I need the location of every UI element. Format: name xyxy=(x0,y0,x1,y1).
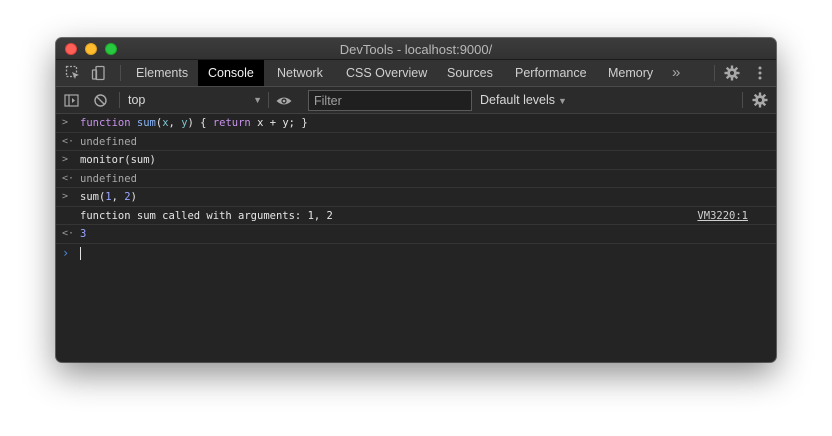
input-chevron-icon: > xyxy=(62,154,69,165)
text-cursor xyxy=(80,246,81,260)
show-sidebar-icon[interactable] xyxy=(63,92,81,110)
console-result-text: undefined xyxy=(80,172,137,185)
source-link[interactable]: VM3220:1 xyxy=(697,207,748,225)
console-prompt[interactable]: › xyxy=(56,244,776,263)
result-arrow-icon: <· xyxy=(62,135,75,147)
tab-console[interactable]: Console xyxy=(198,60,264,86)
chevron-down-icon: ▼ xyxy=(253,95,262,105)
more-tabs-icon[interactable]: » xyxy=(662,60,690,86)
console-input-text: monitor(sum) xyxy=(80,154,156,166)
console-log-text: function sum called with arguments: 1, 2 xyxy=(80,209,333,222)
divider xyxy=(268,92,269,108)
input-chevron-icon: > xyxy=(62,117,69,128)
prompt-chevron-icon: › xyxy=(62,245,70,260)
window-title: DevTools - localhost:9000/ xyxy=(339,42,493,57)
main-tab-bar: Elements Console Network CSS Overview So… xyxy=(56,60,776,87)
console-output: > function sum(x, y) { return x + y; } <… xyxy=(56,114,776,262)
title-bar: DevTools - localhost:9000/ xyxy=(56,38,776,60)
console-log-row: function sum called with arguments: 1, 2… xyxy=(56,207,776,225)
console-input-row: > function sum(x, y) { return x + y; } xyxy=(56,114,776,133)
input-chevron-icon: > xyxy=(62,191,69,202)
console-settings-gear-icon[interactable] xyxy=(751,91,769,109)
tab-elements[interactable]: Elements xyxy=(126,60,198,86)
console-input-row: > sum(1, 2) xyxy=(56,188,776,207)
divider xyxy=(714,65,715,81)
devtools-window: DevTools - localhost:9000/ Elements Cons… xyxy=(56,38,776,362)
divider xyxy=(120,65,121,81)
gear-icon[interactable] xyxy=(723,64,741,82)
console-input-text: function sum(x, y) { return x + y; } xyxy=(80,117,308,129)
clear-console-icon[interactable] xyxy=(92,92,110,110)
context-selector[interactable]: top ▼ xyxy=(126,91,262,109)
console-result-text: 3 xyxy=(80,228,87,240)
device-toolbar-icon[interactable] xyxy=(90,64,108,82)
inspect-element-icon[interactable] xyxy=(64,64,82,82)
tab-css-overview[interactable]: CSS Overview xyxy=(336,60,437,86)
log-levels-dropdown[interactable]: Default levels ▼ xyxy=(480,91,567,109)
console-toolbar: top ▼ Default levels▼ xyxy=(56,87,776,114)
console-result-row: <· undefined xyxy=(56,170,776,188)
console-input-text: sum(1, 2) xyxy=(80,191,137,203)
divider xyxy=(742,92,743,108)
divider xyxy=(119,92,120,108)
tab-memory[interactable]: Memory xyxy=(598,60,663,86)
context-selector-value: top xyxy=(128,93,146,107)
filter-input[interactable] xyxy=(308,90,472,111)
log-levels-label: Default levels xyxy=(480,93,556,107)
eye-icon[interactable] xyxy=(275,92,293,110)
tab-performance[interactable]: Performance xyxy=(505,60,597,86)
result-arrow-icon: <· xyxy=(62,172,75,184)
tab-sources[interactable]: Sources xyxy=(437,60,503,86)
console-input-row: > monitor(sum) xyxy=(56,151,776,170)
console-result-row: <· 3 xyxy=(56,225,776,244)
kebab-menu-icon[interactable] xyxy=(751,64,769,82)
console-result-row: <· undefined xyxy=(56,133,776,151)
console-result-text: undefined xyxy=(80,135,137,148)
tab-network[interactable]: Network xyxy=(267,60,333,86)
chevron-down-icon: ▼ xyxy=(558,96,567,106)
result-arrow-icon: <· xyxy=(62,228,75,239)
